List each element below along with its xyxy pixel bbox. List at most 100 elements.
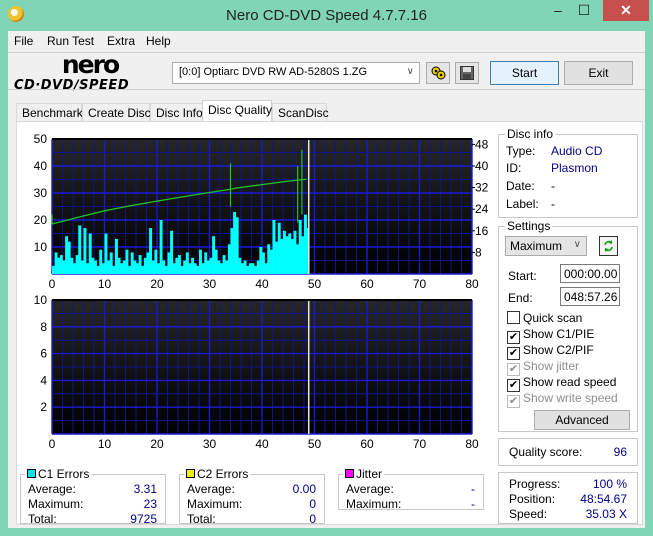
jitter-group: Jitter Average: - Maximum: -	[338, 467, 484, 511]
c1-bar	[125, 249, 129, 274]
c1-bar	[91, 257, 95, 274]
c1-bar	[94, 260, 97, 274]
c1-bar	[201, 263, 205, 274]
exit-button[interactable]: Exit	[564, 61, 633, 85]
end-time-label: End:	[508, 291, 533, 305]
x-tick-label: 70	[413, 437, 427, 451]
c1-bar	[220, 263, 223, 274]
c1-bar	[178, 255, 181, 274]
x-tick-label: 50	[308, 437, 322, 451]
y-tick-label: 10	[34, 240, 48, 254]
y-tick-label: 50	[34, 132, 48, 146]
settings-title: Settings	[505, 219, 553, 233]
jitter-title: Jitter	[343, 467, 385, 481]
end-time-field[interactable]: 048:57.26	[560, 287, 620, 306]
menu-file[interactable]: File	[14, 34, 33, 48]
c2-maximum-value: 0	[309, 497, 316, 511]
c1-bar	[122, 260, 126, 274]
disc-date-label: Date:	[506, 179, 535, 193]
c1-bar	[149, 228, 153, 274]
menu-help[interactable]: Help	[146, 34, 171, 48]
jitter-maximum-value: -	[471, 497, 475, 511]
c1-bar	[238, 257, 242, 274]
show-read-speed-checkbox[interactable]: ✔ Show read speed	[507, 375, 616, 392]
show-c1-checkbox[interactable]: ✔ Show C1/PIE	[507, 327, 594, 344]
disc-quality-panel: 0 10 20 30 40 50 60 70 80 10 20 30 40 50 8 16 24 32 40 48 0…	[16, 121, 643, 526]
c1-bar	[233, 211, 237, 274]
quick-scan-checkbox[interactable]: Quick scan	[507, 311, 582, 325]
save-button[interactable]	[455, 62, 479, 84]
checkbox-label: Show jitter	[523, 359, 580, 373]
c1-bar	[277, 222, 281, 274]
menu-extra[interactable]: Extra	[107, 34, 135, 48]
c1-total-value: 9725	[130, 512, 157, 526]
c1-bar	[243, 260, 247, 274]
c1-bar	[272, 220, 276, 274]
c1-bar	[107, 260, 111, 274]
minimize-button[interactable]: –	[545, 0, 571, 21]
c1-bar	[99, 249, 103, 274]
c1-bar	[183, 260, 187, 274]
disc-id-value: Plasmon	[551, 161, 598, 175]
c1-bar	[269, 249, 273, 274]
tab-disc-quality[interactable]: Disc Quality	[202, 100, 272, 122]
disc-id-label: ID:	[506, 161, 522, 175]
c1-bar	[167, 252, 171, 274]
c1-bar	[259, 247, 263, 274]
c1-bar	[62, 260, 66, 274]
c1-bar	[136, 263, 139, 274]
c2-chart-svg: 0 10 20 30 40 50 60 70 80 2 4 6 8 10	[34, 293, 479, 451]
close-button[interactable]: ✕	[603, 0, 649, 21]
c1-bar	[196, 265, 200, 274]
jitter-maximum-label: Maximum:	[346, 497, 402, 511]
c1-bar	[164, 265, 168, 274]
c1-bar	[159, 220, 163, 274]
y-tick-label: 20	[34, 213, 48, 227]
show-c2-checkbox[interactable]: ✔ Show C2/PIF	[507, 343, 594, 360]
c1-bar	[256, 260, 260, 274]
c1-bar	[188, 263, 192, 274]
start-time-field[interactable]: 000:00.00	[560, 264, 620, 283]
c1-errors-group: C1 Errors Average: 3.31 Maximum: 23 Tota…	[20, 467, 166, 526]
tab-scandisc[interactable]: ScanDisc	[272, 103, 329, 122]
c1-bar	[67, 241, 71, 274]
c1-bar	[301, 236, 305, 274]
c2-total-label: Total:	[187, 512, 216, 526]
menu-bar: File Run Test Extra Help	[8, 31, 645, 51]
c1-bar	[293, 230, 297, 274]
c1-bar	[157, 263, 160, 274]
tab-disc-info[interactable]: Disc Info	[150, 103, 203, 122]
x-tick-label: 20	[150, 437, 164, 451]
drive-info-button[interactable]	[426, 62, 450, 84]
y-tick-label: 30	[34, 186, 48, 200]
c1-color-swatch	[27, 469, 36, 478]
progress-group: Progress: 100 % Position: 48:54.67 Speed…	[498, 472, 638, 524]
disc-type-label: Type:	[506, 144, 536, 158]
start-button[interactable]: Start	[490, 61, 559, 85]
c2-errors-title: C2 Errors	[184, 467, 251, 481]
maximize-button[interactable]: ☐	[571, 0, 597, 21]
refresh-button[interactable]	[599, 236, 618, 256]
c1-bar	[212, 236, 216, 274]
c1-bar	[251, 263, 255, 274]
speed-value: 35.03 X	[585, 507, 627, 521]
c1-bar	[128, 265, 132, 274]
c1-bar	[70, 257, 74, 274]
speed-select-value: Maximum	[510, 239, 563, 253]
checkbox-label: Quick scan	[523, 311, 583, 325]
speed-select[interactable]: Maximum ∨	[505, 236, 587, 256]
c1-bar	[130, 252, 134, 274]
checkbox-box	[507, 311, 520, 324]
chevron-down-icon: ∨	[406, 66, 414, 77]
y2-tick-label: 48	[475, 137, 489, 151]
c1-bar	[217, 260, 221, 274]
menu-run-test[interactable]: Run Test	[47, 34, 94, 48]
drive-select[interactable]: [0:0] Optiarc DVD RW AD-5280S 1.ZG ∨	[172, 62, 420, 84]
tab-create-disc[interactable]: Create Disc	[82, 103, 151, 122]
c2-chart: 0 10 20 30 40 50 60 70 80 2 4 6 8 10	[17, 287, 489, 457]
start-time-label: Start:	[508, 269, 537, 283]
tab-benchmark[interactable]: Benchmark	[16, 103, 83, 122]
advanced-button[interactable]: Advanced	[534, 410, 630, 430]
x-tick-label: 10	[98, 437, 112, 451]
c1-bar	[73, 263, 76, 274]
